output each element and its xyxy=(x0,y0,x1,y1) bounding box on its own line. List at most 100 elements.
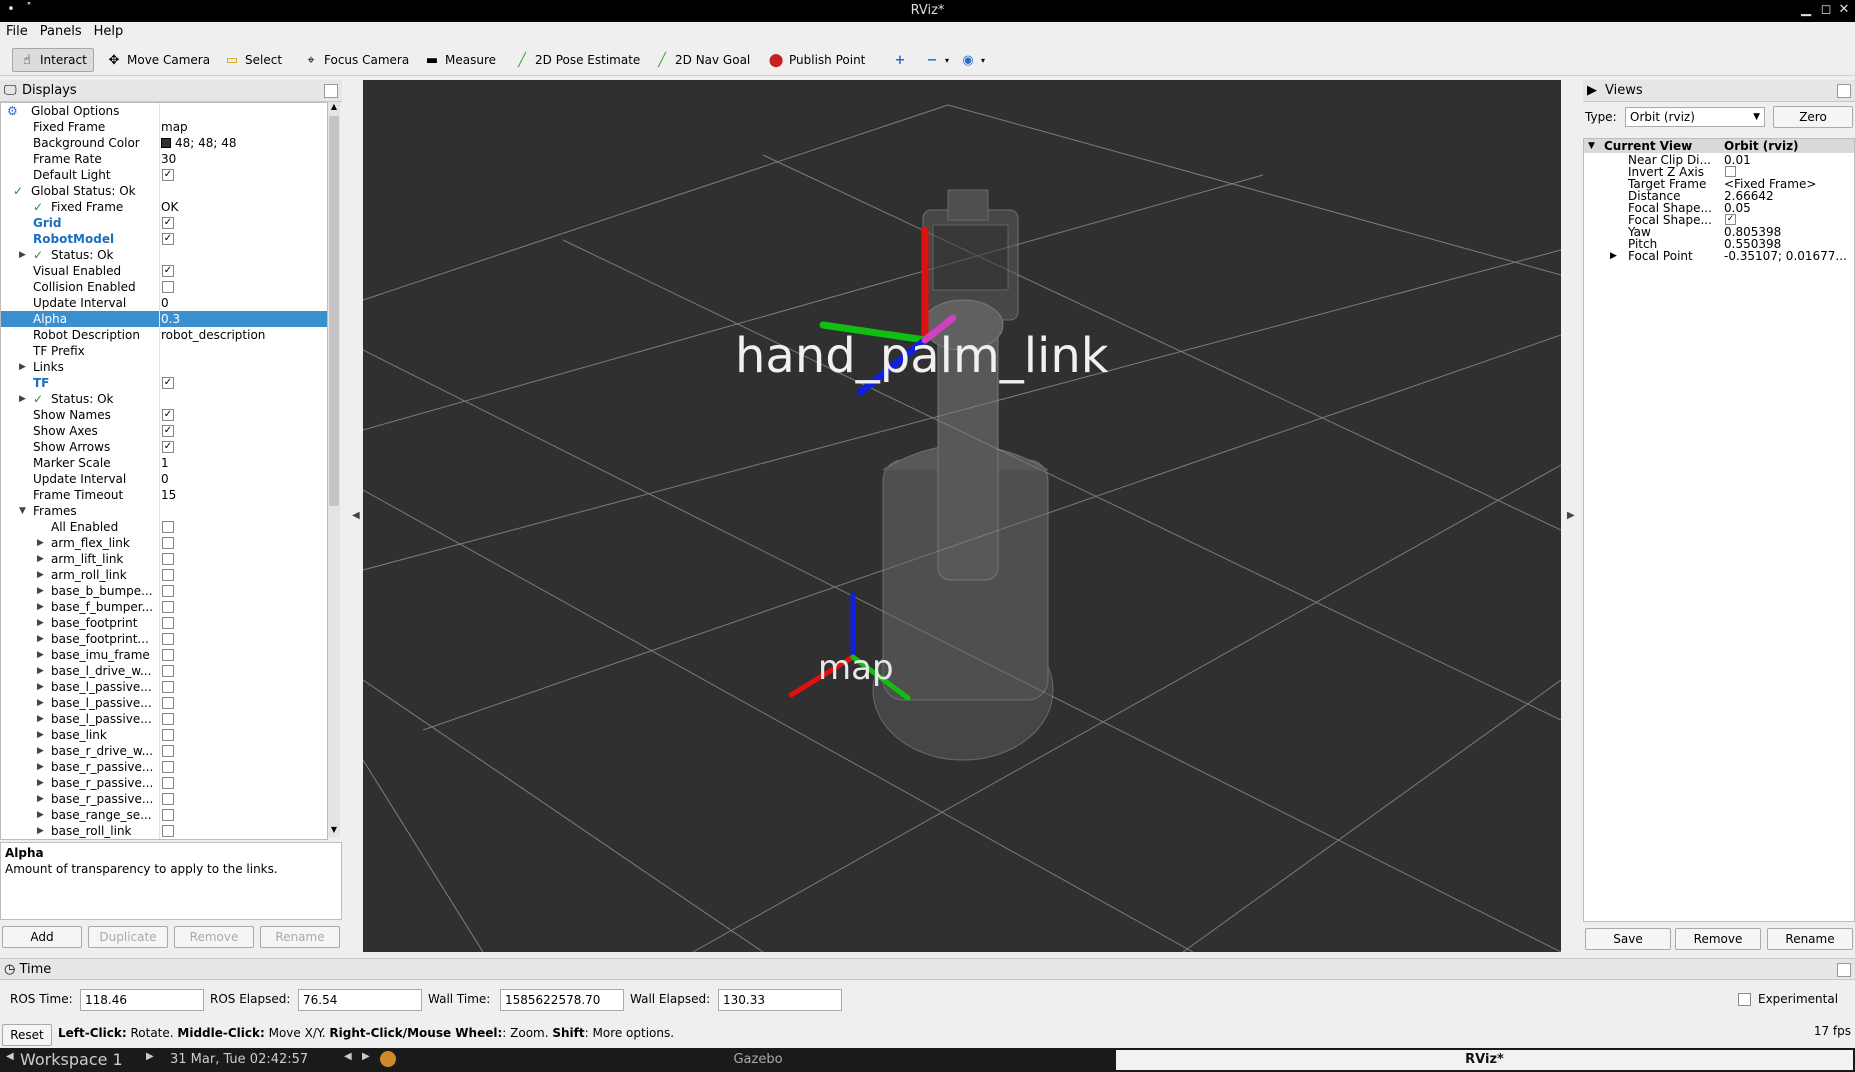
display-row[interactable]: Marker Scale 1 xyxy=(1,455,327,471)
display-row-value[interactable]: 15 xyxy=(161,488,176,502)
display-row[interactable]: ▶ arm_flex_link xyxy=(1,535,327,551)
display-row[interactable]: ▶ base_r_drive_w... xyxy=(1,743,327,759)
display-row[interactable]: Collision Enabled xyxy=(1,279,327,295)
display-row-checkbox[interactable] xyxy=(162,553,174,565)
tool-2d-pose-estimate[interactable]: ╱ 2D Pose Estimate xyxy=(508,48,646,72)
scroll-up-icon[interactable]: ▲ xyxy=(328,102,340,114)
display-row[interactable]: Update Interval 0 xyxy=(1,295,327,311)
display-row[interactable]: ▶ base_r_passive... xyxy=(1,775,327,791)
remove-display-button[interactable]: Remove xyxy=(174,926,254,948)
display-row[interactable]: Show Axes ✓ xyxy=(1,423,327,439)
display-row[interactable]: Frame Timeout 15 xyxy=(1,487,327,503)
display-row-value[interactable]: 0.3 xyxy=(161,312,180,326)
display-row[interactable]: ▼ Frames xyxy=(1,503,327,519)
rename-display-button[interactable]: Rename xyxy=(260,926,340,948)
display-row[interactable]: ▶ base_r_passive... xyxy=(1,759,327,775)
display-row[interactable]: RobotModel ✓ xyxy=(1,231,327,247)
display-row[interactable]: ▶ base_l_drive_w... xyxy=(1,663,327,679)
display-row-checkbox[interactable] xyxy=(162,617,174,629)
display-row-value[interactable]: 48; 48; 48 xyxy=(175,136,237,150)
display-row-checkbox[interactable] xyxy=(162,761,174,773)
zero-view-button[interactable]: Zero xyxy=(1773,106,1853,128)
displays-undock-button[interactable] xyxy=(324,84,338,98)
expand-arrow-icon[interactable]: ▶ xyxy=(37,551,47,567)
save-view-button[interactable]: Save xyxy=(1585,928,1671,950)
collapse-right-icon[interactable]: ▶ xyxy=(1567,510,1575,521)
display-row[interactable]: All Enabled xyxy=(1,519,327,535)
workspace-label[interactable]: Workspace 1 xyxy=(20,1050,123,1069)
ros-time-field[interactable]: 118.46 xyxy=(80,989,204,1011)
display-row[interactable]: Show Arrows ✓ xyxy=(1,439,327,455)
display-row[interactable]: ▶ base_range_se... xyxy=(1,807,327,823)
scroll-down-icon[interactable]: ▼ xyxy=(328,825,340,837)
task-gazebo[interactable]: Gazebo xyxy=(400,1048,1116,1072)
display-row-value[interactable]: robot_description xyxy=(161,328,265,342)
expand-arrow-icon[interactable]: ▶ xyxy=(37,711,47,727)
duplicate-display-button[interactable]: Duplicate xyxy=(88,926,168,948)
displays-scrollbar[interactable]: ▲ ▼ xyxy=(328,102,340,837)
collapse-arrow-icon[interactable]: ▼ xyxy=(19,503,29,519)
expand-arrow-icon[interactable]: ▶ xyxy=(37,679,47,695)
display-row-value-cell[interactable]: 0 xyxy=(161,471,327,487)
display-row-checkbox[interactable]: ✓ xyxy=(162,233,174,245)
display-row[interactable]: ▶ base_footprint... xyxy=(1,631,327,647)
display-row[interactable]: ▶ arm_lift_link xyxy=(1,551,327,567)
display-row-value-cell[interactable]: 1 xyxy=(161,455,327,471)
display-row-checkbox[interactable]: ✓ xyxy=(162,441,174,453)
display-row-checkbox[interactable] xyxy=(162,569,174,581)
display-row-value[interactable]: 0 xyxy=(161,472,169,486)
display-row-value-cell[interactable]: robot_description xyxy=(161,327,327,343)
tool-measure[interactable]: ▬ Measure xyxy=(418,48,502,72)
display-row[interactable]: Fixed Frame map xyxy=(1,119,327,135)
display-row-checkbox[interactable] xyxy=(162,649,174,661)
expand-arrow-icon[interactable]: ▶ xyxy=(37,791,47,807)
experimental-checkbox[interactable] xyxy=(1738,993,1751,1006)
display-row-value-cell[interactable]: 0.3 xyxy=(161,311,327,327)
display-row-value-cell[interactable]: 48; 48; 48 xyxy=(161,135,327,151)
display-row-checkbox[interactable] xyxy=(162,745,174,757)
add-display-button[interactable]: Add xyxy=(2,926,82,948)
remove-view-button[interactable]: Remove xyxy=(1675,928,1761,950)
display-row[interactable]: ▶ arm_roll_link xyxy=(1,567,327,583)
collapse-left-icon[interactable]: ◀ xyxy=(352,510,360,521)
expand-arrow-icon[interactable]: ▶ xyxy=(37,631,47,647)
tool-2d-nav-goal[interactable]: ╱ 2D Nav Goal xyxy=(648,48,756,72)
display-row[interactable]: ▶ base_imu_frame xyxy=(1,647,327,663)
wall-time-field[interactable]: 1585622578.70 xyxy=(500,989,624,1011)
display-row-checkbox[interactable] xyxy=(162,681,174,693)
task-prev-icon[interactable]: ◀ xyxy=(344,1051,352,1062)
expand-arrow-icon[interactable]: ▶ xyxy=(37,567,47,583)
display-row[interactable]: ▶ base_b_bumpe... xyxy=(1,583,327,599)
display-row[interactable]: ▶ Links xyxy=(1,359,327,375)
display-row-checkbox[interactable]: ✓ xyxy=(162,409,174,421)
display-row-checkbox[interactable] xyxy=(162,713,174,725)
display-row-checkbox[interactable]: ✓ xyxy=(162,425,174,437)
maximize-icon[interactable]: ◻ xyxy=(1819,2,1833,18)
tool-focus-camera[interactable]: ⌖ Focus Camera xyxy=(297,48,415,72)
display-row-value-cell[interactable]: OK xyxy=(161,199,327,215)
display-row-value[interactable]: 1 xyxy=(161,456,169,470)
time-undock-button[interactable] xyxy=(1837,963,1851,977)
expand-arrow-icon[interactable]: ▶ xyxy=(37,615,47,631)
tool-move-camera[interactable]: ✥ Move Camera xyxy=(100,48,216,72)
tool-publish-point[interactable]: ⬤ Publish Point xyxy=(762,48,871,72)
display-row[interactable]: ✓ Global Status: Ok xyxy=(1,183,327,199)
display-row-value[interactable]: map xyxy=(161,120,188,134)
view-property-row[interactable]: ▶ Focal Point -0.35107; 0.01677... xyxy=(1584,249,1854,263)
display-row-checkbox[interactable]: ✓ xyxy=(162,217,174,229)
scroll-thumb[interactable] xyxy=(329,116,339,506)
display-row[interactable]: ▶ ✓ Status: Ok xyxy=(1,247,327,263)
display-row[interactable]: TF ✓ xyxy=(1,375,327,391)
expand-arrow-icon[interactable]: ▶ xyxy=(37,727,47,743)
display-row-checkbox[interactable] xyxy=(162,825,174,837)
menu-help[interactable]: Help xyxy=(88,22,130,42)
views-undock-button[interactable] xyxy=(1837,84,1851,98)
display-row-checkbox[interactable]: ✓ xyxy=(162,265,174,277)
wall-elapsed-field[interactable]: 130.33 xyxy=(718,989,842,1011)
display-row[interactable]: ⚙ Global Options xyxy=(1,103,327,119)
display-row[interactable]: Alpha 0.3 xyxy=(1,311,327,327)
tool-select[interactable]: ▭ Select xyxy=(218,48,288,72)
display-row-value-cell[interactable]: 30 xyxy=(161,151,327,167)
display-row-checkbox[interactable] xyxy=(162,281,174,293)
expand-arrow-icon[interactable]: ▶ xyxy=(1610,249,1617,263)
